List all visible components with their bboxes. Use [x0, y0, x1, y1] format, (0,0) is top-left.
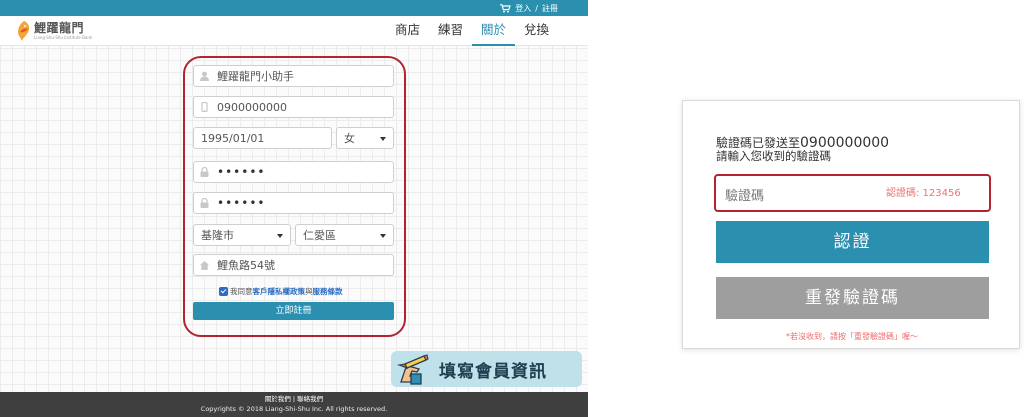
verify-button[interactable]: 認證	[716, 221, 989, 263]
code-placeholder: 驗證碼	[725, 189, 765, 204]
confirm-password-field[interactable]: ••••••	[193, 192, 394, 214]
cart-icon[interactable]	[500, 4, 512, 13]
enter-code-instruction: 請輸入您收到的驗證碼	[716, 149, 831, 163]
address-value: 鯉魚路54號	[217, 259, 275, 272]
terms-link[interactable]: 服務條款	[313, 286, 343, 297]
step-badge: 填寫會員資訊	[391, 351, 582, 387]
verification-card: 驗證碼已發送至0900000000 請輸入您收到的驗證碼 驗證碼 認證碼: 12…	[682, 100, 1020, 349]
screenshot: 登入 / 註冊 鯉躍龍門 Liang-Shu-Shu Institute Ban…	[0, 0, 1024, 417]
chevron-down-icon	[380, 137, 386, 141]
topbar-separator: /	[535, 4, 538, 13]
step-badge-label: 填寫會員資訊	[439, 361, 547, 382]
resend-code-button[interactable]: 重發驗證碼	[716, 277, 989, 319]
agree-checkbox[interactable]	[219, 287, 228, 296]
register-link[interactable]: 註冊	[542, 3, 558, 14]
city-select[interactable]: 基隆市	[193, 224, 291, 246]
nav-item-shop[interactable]: 商店	[386, 16, 429, 46]
birthday-value: 1995/01/01	[201, 131, 265, 145]
district-select[interactable]: 仁愛區	[295, 224, 394, 246]
chevron-down-icon	[277, 234, 283, 238]
name-value: 鯉躍龍門小助手	[217, 70, 294, 83]
site-logo[interactable]: 鯉躍龍門 Liang-Shu-Shu Institute Bank	[16, 20, 92, 42]
agreement-row: 我同意 客戶隱私權政策 與 服務條款	[219, 286, 343, 297]
account-links: 登入 / 註冊	[500, 3, 558, 14]
user-icon	[200, 71, 209, 81]
footer-divider: |	[292, 395, 296, 403]
phone-field[interactable]: 0900000000	[193, 96, 394, 118]
verification-code-input[interactable]: 驗證碼 認證碼: 123456	[714, 174, 991, 212]
register-submit-button[interactable]: 立即註冊	[193, 302, 394, 320]
gender-select[interactable]: 女	[336, 127, 394, 149]
lock-icon	[200, 167, 209, 177]
birthday-field[interactable]: 1995/01/01	[193, 127, 332, 149]
agree-prefix: 我同意	[230, 287, 253, 296]
city-value: 基隆市	[201, 229, 234, 242]
footer-links: 關於我們 | 聯絡我們	[0, 392, 588, 404]
verification-message: 驗證碼已發送至0900000000 請輸入您收到的驗證碼	[716, 136, 889, 163]
top-bar: 登入 / 註冊	[0, 0, 588, 16]
nav-item-practice[interactable]: 練習	[429, 16, 472, 46]
code-hint: 認證碼: 123456	[886, 188, 961, 199]
resend-note: *若沒收到，請按「重發驗證碼」喔～	[786, 332, 918, 341]
password-value: ••••••	[217, 165, 266, 179]
gender-value: 女	[344, 132, 355, 145]
chevron-down-icon	[380, 234, 386, 238]
district-value: 仁愛區	[303, 229, 336, 242]
footer: 關於我們 | 聯絡我們 Copyrights © 2018 Liang-Shi-…	[0, 392, 588, 417]
carp-logo-icon	[18, 21, 30, 41]
lock-icon	[200, 198, 209, 208]
password-field[interactable]: ••••••	[193, 161, 394, 183]
address-field[interactable]: 鯉魚路54號	[193, 254, 394, 276]
nav-item-about[interactable]: 關於	[471, 16, 515, 46]
agree-and: 與	[305, 287, 313, 296]
privacy-policy-link[interactable]: 客戶隱私權政策	[253, 286, 306, 297]
main-menu: 商店 練習 關於 兌換	[386, 16, 558, 46]
logo-name: 鯉躍龍門	[34, 20, 85, 35]
phone-value: 0900000000	[217, 100, 287, 114]
login-link[interactable]: 登入	[515, 3, 531, 14]
registration-page: 登入 / 註冊 鯉躍龍門 Liang-Shu-Shu Institute Ban…	[0, 0, 588, 417]
nav-item-redeem[interactable]: 兌換	[515, 16, 558, 46]
name-field[interactable]: 鯉躍龍門小助手	[193, 65, 394, 87]
footer-contact-link[interactable]: 聯絡我們	[297, 395, 323, 403]
footer-copyright: Copyrights © 2018 Liang-Shi-Shu Inc. All…	[200, 405, 388, 413]
hand-pencil-icon	[396, 354, 429, 385]
mobile-phone-icon	[201, 102, 208, 112]
footer-about-link[interactable]: 關於我們	[265, 395, 291, 403]
navbar: 鯉躍龍門 Liang-Shu-Shu Institute Bank 商店 練習 …	[0, 16, 588, 46]
logo-tagline: Liang-Shu-Shu Institute Bank	[34, 34, 93, 40]
confirm-password-value: ••••••	[217, 196, 266, 210]
home-icon	[200, 261, 209, 270]
sent-to-label: 驗證碼已發送至	[716, 136, 801, 150]
